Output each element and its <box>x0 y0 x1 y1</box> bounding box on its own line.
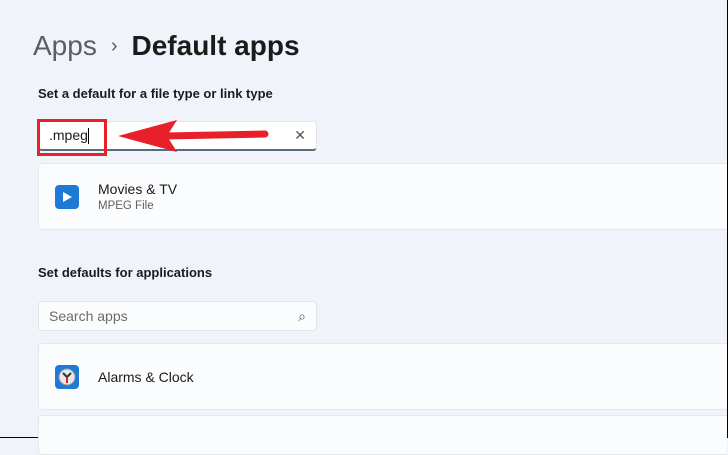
filetype-result-movies-tv[interactable]: Movies & TV MPEG File <box>38 163 727 230</box>
filetype-section-label: Set a default for a file type or link ty… <box>38 86 273 101</box>
app-item-alarms-clock[interactable]: Alarms & Clock <box>38 343 727 410</box>
chevron-right-icon: › <box>110 34 118 57</box>
result-file-type: MPEG File <box>98 200 154 212</box>
clear-icon[interactable]: ✕ <box>294 127 306 144</box>
search-apps-input[interactable]: Search apps ⌕ <box>38 301 317 331</box>
alarms-clock-icon <box>55 364 79 389</box>
apps-section-label: Set defaults for applications <box>38 265 213 280</box>
breadcrumb: Apps › Default apps <box>33 30 300 62</box>
movies-tv-icon <box>55 184 79 209</box>
annotation-highlight-box <box>37 119 107 156</box>
annotation-arrow <box>118 120 269 152</box>
app-item[interactable] <box>38 415 727 455</box>
search-apps-placeholder: Search apps <box>49 308 128 324</box>
breadcrumb-apps[interactable]: Apps <box>33 30 97 62</box>
page-title: Default apps <box>131 30 300 61</box>
result-app-name: Movies & TV <box>98 181 178 197</box>
search-icon: ⌕ <box>298 307 306 324</box>
app-name: Alarms & Clock <box>98 368 194 385</box>
